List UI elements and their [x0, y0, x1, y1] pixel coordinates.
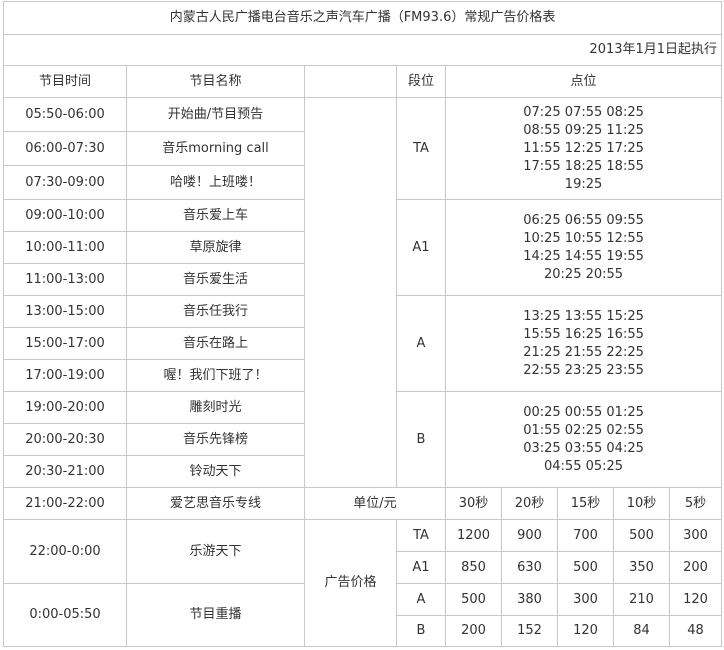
- header-segment: 段位: [396, 65, 446, 98]
- slot-line: 17:55 18:25 18:55: [523, 158, 644, 174]
- program-time: 13:00-15:00: [3, 295, 127, 328]
- slot-line: 14:25 14:55 19:55: [523, 248, 644, 264]
- header-time: 节目时间: [3, 65, 127, 98]
- slot-line: 20:25 20:55: [544, 266, 624, 282]
- segment-code: B: [396, 391, 446, 488]
- price-cell: 350: [613, 551, 670, 584]
- program-time: 20:30-21:00: [3, 455, 127, 488]
- price-segment: A1: [396, 551, 446, 584]
- price-cell: 200: [668, 551, 723, 584]
- price-cell: 630: [501, 551, 558, 584]
- program-name: 雕刻时光: [126, 391, 305, 424]
- effective-date: 2013年1月1日起执行: [2, 34, 723, 66]
- program-time: 22:00-0:00: [3, 519, 127, 584]
- slot-list-a: 13:25 13:55 15:25 15:55 16:25 16:55 21:2…: [444, 295, 723, 392]
- price-cell: 300: [668, 519, 723, 552]
- program-time: 19:00-20:00: [3, 391, 127, 424]
- slot-line: 11:55 12:25 17:25: [523, 140, 644, 156]
- price-cell: 200: [445, 615, 502, 647]
- program-name: 音乐爱上车: [126, 199, 305, 232]
- program-name: 音乐在路上: [126, 327, 305, 360]
- slot-list-a1: 06:25 06:55 09:55 10:25 10:55 12:55 14:2…: [444, 199, 723, 296]
- duration-header: 20秒: [501, 487, 558, 520]
- slot-line: 03:25 03:55 04:25: [523, 440, 644, 456]
- program-time: 17:00-19:00: [3, 359, 127, 392]
- program-name: 喔！我们下班了！: [126, 359, 305, 392]
- price-cell: 48: [668, 615, 723, 647]
- program-name: 草原旋律: [126, 231, 305, 264]
- price-cell: 84: [613, 615, 670, 647]
- program-time: 07:30-09:00: [3, 165, 127, 200]
- program-time: 09:00-10:00: [3, 199, 127, 232]
- slot-line: 19:25: [564, 176, 603, 192]
- program-name: 节目重播: [126, 583, 305, 647]
- slot-line: 07:25 07:55 08:25: [523, 104, 644, 120]
- duration-header: 5秒: [668, 487, 723, 520]
- program-time: 15:00-17:00: [3, 327, 127, 360]
- slot-list-ta: 07:25 07:55 08:25 08:55 09:25 11:25 11:5…: [444, 97, 723, 200]
- price-cell: 900: [501, 519, 558, 552]
- program-name: 音乐morning call: [126, 131, 305, 166]
- segment-code: A: [396, 295, 446, 392]
- slot-line: 21:25 21:55 22:25: [523, 344, 644, 360]
- ad-rate-table: 内蒙古人民广播电台音乐之声汽车广播（FM93.6）常规广告价格表 2013年1月…: [2, 1, 723, 647]
- price-segment: B: [396, 615, 446, 647]
- price-cell: 700: [557, 519, 614, 552]
- slot-line: 22:55 23:25 23:55: [523, 362, 644, 378]
- price-cell: 500: [613, 519, 670, 552]
- slot-line: 01:55 02:25 02:55: [523, 422, 644, 438]
- price-cell: 152: [501, 615, 558, 647]
- program-name: 音乐先锋榜: [126, 423, 305, 456]
- program-time: 10:00-11:00: [3, 231, 127, 264]
- program-name: 音乐任我行: [126, 295, 305, 328]
- price-cell: 850: [445, 551, 502, 584]
- price-cell: 300: [557, 583, 614, 616]
- duration-header: 10秒: [613, 487, 670, 520]
- price-cell: 380: [501, 583, 558, 616]
- slot-line: 13:25 13:55 15:25: [523, 308, 644, 324]
- price-cell: 120: [668, 583, 723, 616]
- slot-list-b: 00:25 00:55 01:25 01:55 02:25 02:55 03:2…: [444, 391, 723, 488]
- program-time: 11:00-13:00: [3, 263, 127, 296]
- duration-header: 15秒: [557, 487, 614, 520]
- header-slots: 点位: [444, 65, 723, 98]
- program-name: 开始曲/节目预告: [126, 97, 305, 132]
- duration-header: 30秒: [445, 487, 502, 520]
- price-segment: TA: [396, 519, 446, 552]
- price-cell: 210: [613, 583, 670, 616]
- program-time: 21:00-22:00: [3, 487, 127, 520]
- price-row-label: 广告价格: [304, 519, 397, 647]
- program-time: 05:50-06:00: [3, 97, 127, 132]
- slot-line: 15:55 16:25 16:55: [523, 326, 644, 342]
- program-name: 铃动天下: [126, 455, 305, 488]
- program-time: 0:00-05:50: [3, 583, 127, 647]
- table-title: 内蒙古人民广播电台音乐之声汽车广播（FM93.6）常规广告价格表: [2, 1, 723, 35]
- price-cell: 1200: [445, 519, 502, 552]
- program-name: 哈喽！上班喽！: [126, 165, 305, 200]
- price-cell: 500: [557, 551, 614, 584]
- slot-line: 00:25 00:55 01:25: [523, 404, 644, 420]
- header-blank: [304, 65, 397, 98]
- slot-line: 10:25 10:55 12:55: [523, 230, 644, 246]
- program-name: 乐游天下: [126, 519, 305, 584]
- price-cell: 500: [445, 583, 502, 616]
- slot-line: 06:25 06:55 09:55: [523, 212, 644, 228]
- slot-line: 08:55 09:25 11:25: [523, 122, 644, 138]
- segment-code: A1: [396, 199, 446, 296]
- slot-line: 04:55 05:25: [544, 458, 624, 474]
- program-time: 06:00-07:30: [3, 131, 127, 166]
- unit-label: 单位/元: [304, 487, 446, 520]
- price-segment: A: [396, 583, 446, 616]
- program-name: 爱艺思音乐专线: [126, 487, 305, 520]
- price-sheet: 内蒙古人民广播电台音乐之声汽车广播（FM93.6）常规广告价格表 2013年1月…: [0, 0, 724, 650]
- price-cell: 120: [557, 615, 614, 647]
- program-name: 音乐爱生活: [126, 263, 305, 296]
- program-time: 20:00-20:30: [3, 423, 127, 456]
- segment-code: TA: [396, 97, 446, 200]
- header-name: 节目名称: [126, 65, 305, 98]
- blank-column: [304, 97, 397, 488]
